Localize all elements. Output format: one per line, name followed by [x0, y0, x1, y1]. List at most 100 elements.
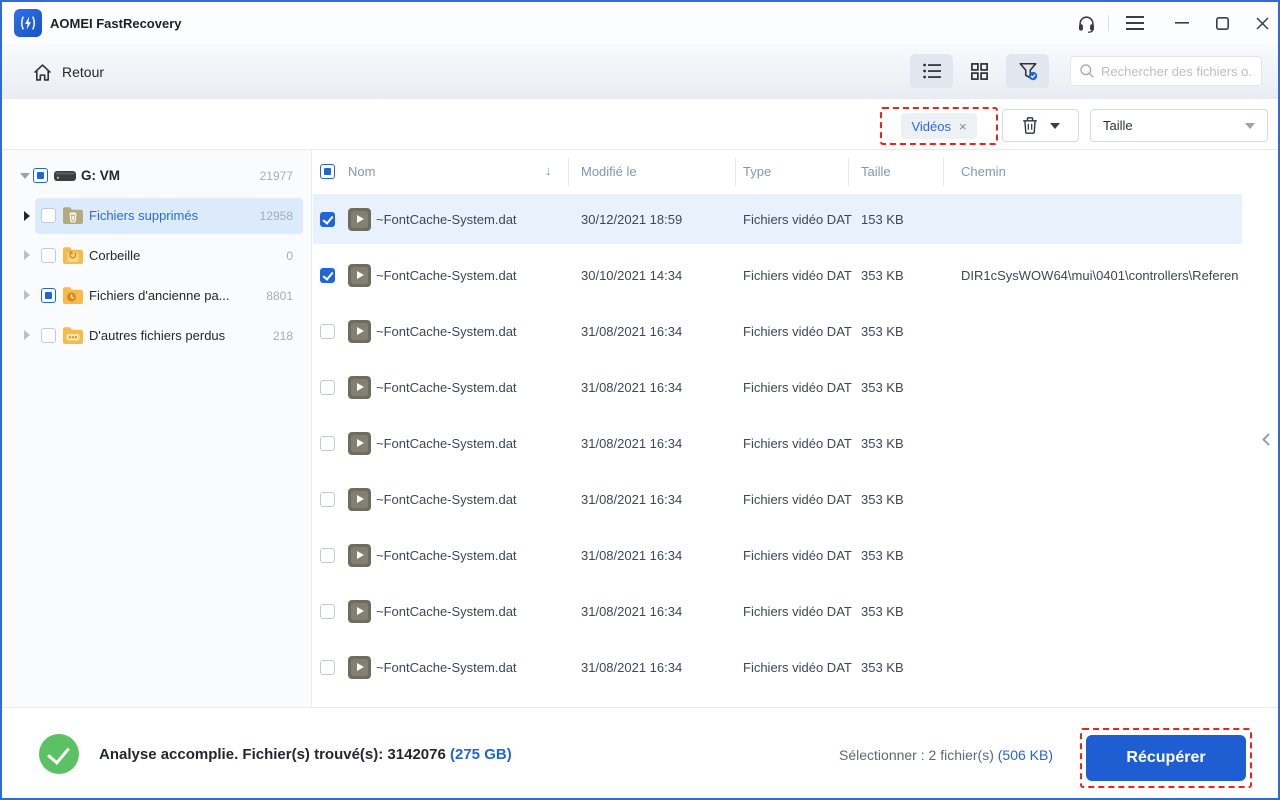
recycle-bin-checkbox[interactable] [41, 248, 56, 263]
status-bar: Analyse accomplie. Fichier(s) trouvé(s):… [2, 707, 1278, 798]
row-checkbox[interactable] [320, 660, 335, 675]
table-row[interactable]: ~FontCache-System.dat 30/10/2021 14:34 F… [313, 250, 1242, 300]
video-file-icon [348, 600, 371, 623]
table-row[interactable]: ~FontCache-System.dat 31/08/2021 16:34 F… [313, 418, 1242, 468]
file-size: 353 KB [861, 660, 904, 675]
tree-node-deleted-files[interactable]: Fichiers supprimés 12958 [2, 196, 311, 236]
content-area: G: VM 21977 Fichiers supprimés 12958 ↻ C… [2, 150, 1278, 707]
sidebar-tree: G: VM 21977 Fichiers supprimés 12958 ↻ C… [2, 150, 312, 707]
app-title: AOMEI FastRecovery [50, 16, 182, 31]
tree-node-other-lost-files[interactable]: D'autres fichiers perdus 218 [2, 316, 311, 356]
old-partition-checkbox[interactable] [41, 288, 56, 303]
sort-descending-icon[interactable]: ↓ [545, 163, 552, 178]
support-headset-icon[interactable] [1070, 7, 1102, 39]
file-name: ~FontCache-System.dat [376, 660, 517, 675]
deleted-files-folder-icon [62, 206, 84, 225]
file-modified: 30/10/2021 14:34 [581, 268, 683, 283]
maximize-button[interactable] [1206, 7, 1238, 39]
drive-label: G: VM [81, 168, 120, 183]
file-size: 353 KB [861, 324, 904, 339]
video-file-icon [348, 208, 371, 231]
expand-arrow-icon[interactable] [24, 250, 30, 260]
videos-tag-label: Vidéos [911, 118, 951, 134]
file-modified: 31/08/2021 16:34 [581, 660, 683, 675]
table-row[interactable]: ~FontCache-System.dat 31/08/2021 16:34 F… [313, 362, 1242, 412]
select-all-checkbox[interactable] [320, 164, 335, 179]
column-header-size[interactable]: Taille [861, 164, 891, 179]
file-name: ~FontCache-System.dat [376, 436, 517, 451]
table-row[interactable]: ~FontCache-System.dat 31/08/2021 16:34 F… [313, 586, 1242, 636]
file-modified: 30/12/2021 18:59 [581, 212, 683, 227]
row-checkbox[interactable] [320, 604, 335, 619]
selection-size: (506 KB) [997, 747, 1053, 763]
table-row[interactable]: ~FontCache-System.dat 30/12/2021 18:59 F… [313, 194, 1242, 244]
recycle-bin-count: 0 [286, 249, 293, 263]
collapse-panel-chevron[interactable] [1259, 428, 1273, 450]
table-row[interactable]: ~FontCache-System.dat 31/08/2021 16:34 F… [313, 306, 1242, 356]
title-bar[interactable]: AOMEI FastRecovery [2, 2, 1278, 44]
list-view-button[interactable] [910, 54, 953, 88]
file-name: ~FontCache-System.dat [376, 268, 517, 283]
file-modified: 31/08/2021 16:34 [581, 324, 683, 339]
expand-arrow-icon[interactable] [24, 330, 30, 340]
delete-filter-dropdown[interactable] [1002, 109, 1079, 142]
size-filter-dropdown[interactable]: Taille [1090, 109, 1268, 142]
search-box[interactable] [1070, 56, 1262, 86]
deleted-files-checkbox[interactable] [41, 208, 56, 223]
deleted-files-label: Fichiers supprimés [89, 208, 199, 223]
remove-tag-icon[interactable]: × [959, 119, 967, 134]
row-checkbox[interactable] [320, 324, 335, 339]
row-checkbox[interactable] [320, 380, 335, 395]
column-header-modified[interactable]: Modifié le [581, 164, 637, 179]
drive-icon [54, 170, 76, 189]
column-separator [848, 158, 849, 186]
tree-node-old-partition[interactable]: Fichiers d'ancienne pa... 8801 [2, 276, 311, 316]
file-size: 353 KB [861, 436, 904, 451]
file-type: Fichiers vidéo DAT [743, 212, 852, 227]
row-checkbox[interactable] [320, 268, 335, 283]
table-row[interactable]: ~FontCache-System.dat 31/08/2021 16:34 F… [313, 642, 1242, 692]
other-lost-files-label: D'autres fichiers perdus [89, 328, 226, 343]
file-path: DIR1cSysWOW64\mui\0401\controllers\Refer… [961, 268, 1238, 283]
table-header: Nom ↓ Modifié le Type Taille Chemin [313, 150, 1278, 194]
column-header-path[interactable]: Chemin [961, 164, 1006, 179]
size-dropdown-label: Taille [1103, 118, 1133, 133]
tree-node-drive[interactable]: G: VM 21977 [2, 156, 311, 196]
back-button[interactable]: Retour [32, 58, 104, 86]
file-size: 353 KB [861, 604, 904, 619]
file-type: Fichiers vidéo DAT [743, 548, 852, 563]
other-lost-files-checkbox[interactable] [41, 328, 56, 343]
video-file-icon [348, 432, 371, 455]
row-checkbox[interactable] [320, 548, 335, 563]
file-modified: 31/08/2021 16:34 [581, 548, 683, 563]
table-row[interactable]: ~FontCache-System.dat 31/08/2021 16:34 F… [313, 530, 1242, 580]
table-row[interactable]: ~FontCache-System.dat 31/08/2021 16:34 F… [313, 474, 1242, 524]
filter-button[interactable] [1006, 54, 1049, 88]
menu-icon[interactable] [1119, 7, 1151, 39]
row-checkbox[interactable] [320, 492, 335, 507]
search-input[interactable] [1101, 63, 1253, 79]
column-header-name[interactable]: Nom [348, 164, 375, 179]
back-label: Retour [62, 64, 105, 80]
file-type: Fichiers vidéo DAT [743, 268, 852, 283]
drive-checkbox[interactable] [33, 168, 48, 183]
file-type: Fichiers vidéo DAT [743, 604, 852, 619]
video-file-icon [348, 264, 371, 287]
tree-node-recycle-bin[interactable]: ↻ Corbeille 0 [2, 236, 311, 276]
videos-filter-tag[interactable]: Vidéos × [901, 113, 977, 139]
file-modified: 31/08/2021 16:34 [581, 604, 683, 619]
video-file-icon [348, 320, 371, 343]
recover-button-annotation: Récupérer [1080, 728, 1252, 788]
row-checkbox[interactable] [320, 436, 335, 451]
file-type: Fichiers vidéo DAT [743, 380, 852, 395]
column-header-type[interactable]: Type [743, 164, 771, 179]
row-checkbox[interactable] [320, 212, 335, 227]
expand-arrow-icon[interactable] [24, 290, 30, 300]
recover-button[interactable]: Récupérer [1086, 735, 1246, 781]
expand-arrow-icon[interactable] [24, 211, 30, 221]
close-button[interactable] [1246, 7, 1278, 39]
expand-arrow-icon[interactable] [20, 173, 30, 179]
grid-view-button[interactable] [958, 54, 1001, 88]
minimize-button[interactable] [1166, 7, 1198, 39]
file-size: 353 KB [861, 268, 904, 283]
